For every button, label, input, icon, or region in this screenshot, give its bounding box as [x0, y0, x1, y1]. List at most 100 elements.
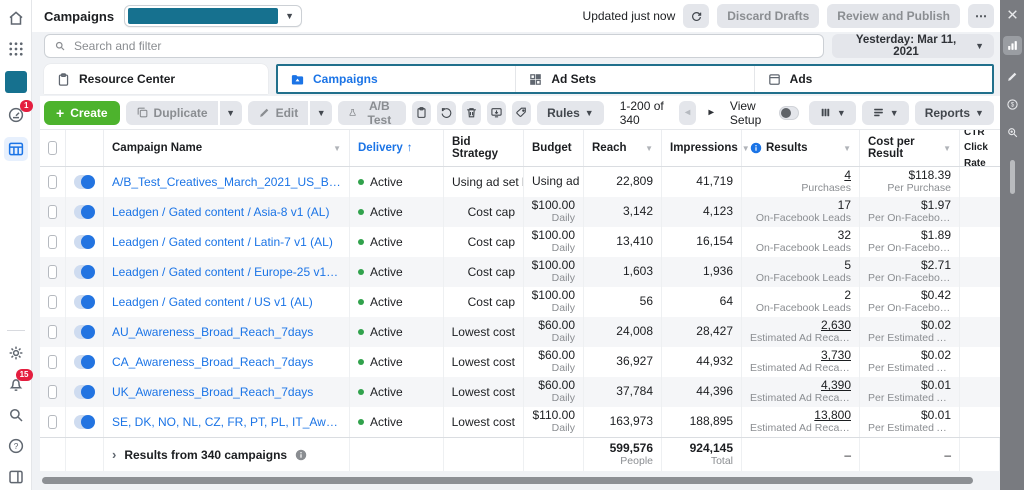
tab-campaigns[interactable]: Campaigns: [278, 66, 516, 92]
campaign-name-link[interactable]: AU_Awareness_Broad_Reach_7days: [112, 325, 313, 339]
header-bid-strategy[interactable]: Bid Strategy: [444, 130, 524, 166]
view-setup-toggle[interactable]: [779, 106, 799, 120]
date-range-picker[interactable]: Yesterday: Mar 11, 2021 ▼: [832, 34, 994, 58]
campaign-active-toggle[interactable]: [74, 325, 95, 339]
reports-dropdown[interactable]: Reports ▼: [915, 101, 994, 125]
horizontal-scrollbar-thumb[interactable]: [42, 477, 973, 484]
edit-button[interactable]: Edit: [248, 101, 309, 125]
campaign-active-toggle[interactable]: [74, 205, 95, 219]
toolbar: + Create Duplicate ▼ Edit ▼ A/B Test: [40, 96, 1000, 130]
paste-button[interactable]: [412, 101, 431, 125]
header-results[interactable]: Results▼: [742, 130, 860, 166]
tags-button[interactable]: [512, 101, 531, 125]
edit-panel-pencil-icon[interactable]: [1006, 70, 1019, 83]
export-button[interactable]: [487, 101, 506, 125]
ctr-cell: [960, 317, 1000, 347]
discard-drafts-button[interactable]: Discard Drafts: [717, 4, 819, 28]
campaign-name-link[interactable]: UK_Awareness_Broad_Reach_7days: [112, 385, 313, 399]
ads-manager-table-icon[interactable]: [4, 137, 28, 161]
duplicate-dropdown-button[interactable]: ▼: [220, 101, 242, 125]
billing-coin-icon[interactable]: $: [1006, 98, 1019, 111]
row-checkbox[interactable]: [48, 235, 57, 249]
apps-grid-icon[interactable]: [7, 40, 25, 58]
notifications-bell-icon[interactable]: 15: [7, 375, 25, 393]
ab-test-button[interactable]: A/B Test: [338, 101, 406, 125]
zoom-in-icon[interactable]: [1006, 126, 1019, 139]
campaign-active-toggle[interactable]: [74, 415, 95, 429]
cpr-sub: Per On-Facebook Le...: [868, 243, 951, 255]
row-checkbox[interactable]: [48, 325, 57, 339]
header-budget[interactable]: Budget: [524, 130, 584, 166]
row-checkbox[interactable]: [48, 355, 57, 369]
select-all-checkbox[interactable]: [48, 141, 57, 155]
next-page-button[interactable]: ▸: [702, 101, 720, 125]
close-icon[interactable]: [1006, 8, 1019, 21]
campaign-active-toggle[interactable]: [74, 235, 95, 249]
campaign-active-toggle[interactable]: [74, 265, 95, 279]
home-icon[interactable]: [7, 9, 25, 27]
header-campaign-name[interactable]: Campaign Name▼: [104, 130, 350, 166]
duplicate-button[interactable]: Duplicate: [126, 101, 218, 125]
row-checkbox[interactable]: [48, 175, 57, 189]
cpr-sub: Per Estimated Ad Re...: [868, 363, 951, 375]
more-options-button[interactable]: ⋯: [968, 4, 994, 28]
charts-panel-icon[interactable]: [1003, 36, 1022, 55]
row-checkbox[interactable]: [48, 385, 57, 399]
campaign-active-toggle[interactable]: [74, 355, 95, 369]
search-input[interactable]: [74, 39, 814, 53]
results-value[interactable]: 4,390: [821, 379, 851, 392]
breakdown-dropdown[interactable]: ▼: [862, 101, 909, 125]
columns-dropdown[interactable]: ▼: [809, 101, 856, 125]
campaign-active-toggle[interactable]: [74, 295, 95, 309]
collapse-panel-icon[interactable]: [7, 468, 25, 486]
campaign-active-toggle[interactable]: [74, 175, 95, 189]
delete-button[interactable]: [462, 101, 481, 125]
results-value[interactable]: 17: [838, 199, 851, 212]
header-impressions[interactable]: Impressions▼: [662, 130, 742, 166]
expand-chevron-icon[interactable]: ›: [112, 447, 116, 462]
account-overview-gauge-icon[interactable]: 1: [7, 106, 25, 124]
search-filter-box[interactable]: [44, 34, 824, 58]
prev-page-button[interactable]: ◂: [679, 101, 697, 125]
campaign-active-toggle[interactable]: [74, 385, 95, 399]
results-value[interactable]: 2: [844, 289, 851, 302]
row-checkbox[interactable]: [48, 295, 57, 309]
resource-center-tab[interactable]: Resource Center: [44, 64, 268, 94]
campaign-name-link[interactable]: SE, DK, NO, NL, CZ, FR, PT, PL, IT_Aware…: [112, 415, 341, 429]
settings-gear-icon[interactable]: [7, 344, 25, 362]
review-publish-button[interactable]: Review and Publish: [827, 4, 960, 28]
search-icon[interactable]: [7, 406, 25, 424]
refresh-button[interactable]: [683, 4, 709, 28]
campaign-name-link[interactable]: Leadgen / Gated content / Asia-8 v1 (AL): [112, 205, 329, 219]
results-value[interactable]: 13,800: [814, 409, 851, 422]
ad-account-selector[interactable]: ▼: [124, 5, 302, 27]
header-delivery[interactable]: Delivery↑: [350, 130, 444, 166]
campaign-name-link[interactable]: A/B_Test_Creatives_March_2021_US_Broad_.…: [112, 175, 341, 189]
campaign-name-link[interactable]: Leadgen / Gated content / US v1 (AL): [112, 295, 313, 309]
create-button[interactable]: + Create: [44, 101, 120, 125]
impressions-cell: 188,895: [662, 407, 742, 437]
reach-value: 37,784: [616, 385, 653, 398]
header-ctr[interactable]: CTRClickRate: [960, 130, 1000, 166]
row-checkbox[interactable]: [48, 415, 57, 429]
campaign-name-link[interactable]: CA_Awareness_Broad_Reach_7days: [112, 355, 313, 369]
results-value[interactable]: 2,630: [821, 319, 851, 332]
results-value[interactable]: 5: [844, 259, 851, 272]
help-icon[interactable]: ?: [7, 437, 25, 455]
rules-dropdown[interactable]: Rules ▼: [537, 101, 604, 125]
row-checkbox[interactable]: [48, 265, 57, 279]
campaign-name-link[interactable]: Leadgen / Gated content / Europe-25 v1 (…: [112, 265, 341, 279]
panel-scrollbar-thumb[interactable]: [1010, 160, 1015, 194]
header-cost-per-result[interactable]: Cost per Result▼: [860, 130, 960, 166]
results-value[interactable]: 3,730: [821, 349, 851, 362]
row-checkbox[interactable]: [48, 205, 57, 219]
revert-button[interactable]: [437, 101, 456, 125]
edit-dropdown-button[interactable]: ▼: [310, 101, 332, 125]
tab-ad-sets[interactable]: Ad Sets: [516, 66, 754, 92]
header-reach[interactable]: Reach▼: [584, 130, 662, 166]
campaign-name-link[interactable]: Leadgen / Gated content / Latin-7 v1 (AL…: [112, 235, 333, 249]
account-avatar[interactable]: [5, 71, 27, 93]
tab-ads[interactable]: Ads: [755, 66, 992, 92]
results-value[interactable]: 4: [844, 169, 851, 182]
results-value[interactable]: 32: [838, 229, 851, 242]
